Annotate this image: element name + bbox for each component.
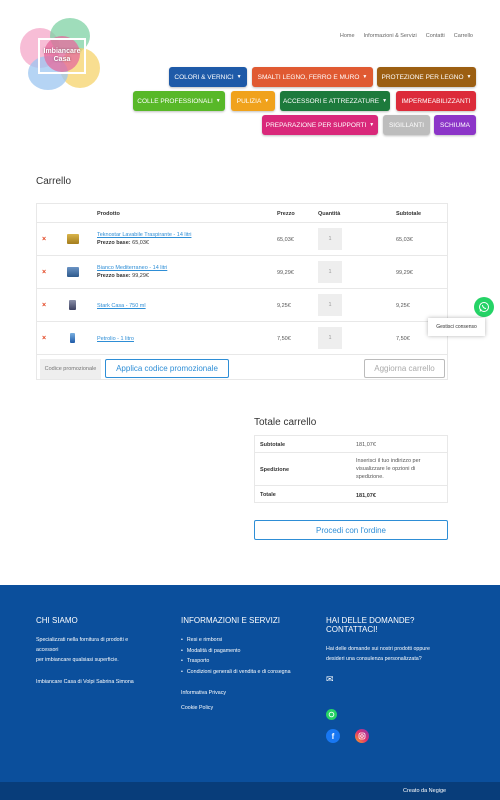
category-impermeabilizzanti[interactable]: IMPERMEABILIZZANTI [396,91,476,111]
footer-company: Imbiancare Casa di Volpi Sabrina Simona [36,679,134,685]
update-cart-button[interactable]: Aggiorna carrello [364,359,445,378]
product-name-link[interactable]: Teknostar Lavabile Traspirante - 14 litr… [97,232,191,238]
top-navigation: Home Informazioni & Servizi Contatti Car… [340,33,473,39]
nav-info-services[interactable]: Informazioni & Servizi [364,33,417,39]
cart-totals-table: Subtotale 181,07€ Spedizione Inserisci i… [254,435,448,503]
whatsapp-icon [479,302,489,312]
remove-item-icon[interactable]: × [42,335,46,342]
consent-manager-button[interactable]: Gestisci consenso [428,318,485,336]
email-icon[interactable]: ✉ [326,674,334,684]
chevron-down-icon: ▼ [382,98,388,104]
remove-item-icon[interactable]: × [42,302,46,309]
product-name-link[interactable]: Petrolio - 1 litro [97,336,134,342]
product-thumbnail[interactable] [67,234,79,244]
product-name-link[interactable]: Stark Casa - 750 ml [97,303,146,309]
footer-about-title: CHI SIAMO [36,616,78,625]
shipping-label: Spedizione [260,467,290,473]
chevron-down-icon: ▼ [362,74,368,80]
cart-totals-title: Totale carrello [254,417,317,428]
product-thumbnail[interactable] [67,267,79,277]
footer-about-text: Specializzati nella fornitura di prodott… [36,637,129,663]
product-subtotal: 7,50€ [396,336,410,342]
remove-item-icon[interactable]: × [42,236,46,243]
category-preparazione[interactable]: PREPARAZIONE PER SUPPORTI ▼ [262,115,378,135]
quantity-input[interactable] [318,327,342,349]
footer-link-payment[interactable]: Modalità di pagamento [181,646,291,657]
site-footer: CHI SIAMO Specializzati nella fornitura … [0,585,500,782]
quantity-input[interactable] [318,261,342,283]
product-subtotal: 65,03€ [396,237,413,243]
category-accessori[interactable]: ACCESSORI E ATTREZZATURE ▼ [280,91,390,111]
footer-info-list: Resi e rimborsi Modalità di pagamento Tr… [181,635,291,677]
product-name-link[interactable]: Bianco Mediterraneo - 14 litri [97,265,167,271]
cart-row: × Petrolio - 1 litro 7,50€ 7,50€ [37,322,447,355]
footer-bottom-bar: Creato da Negige [0,782,500,800]
footer-link-returns[interactable]: Resi e rimborsi [181,635,291,646]
product-thumbnail[interactable] [69,300,76,310]
apply-coupon-button[interactable]: Applica codice promozionale [105,359,229,378]
product-base-price: Prezzo base: 99,29€ [97,273,149,279]
product-price: 99,29€ [277,270,294,276]
category-smalti[interactable]: SMALTI LEGNO, FERRO E MURO ▼ [252,67,373,87]
category-colle[interactable]: COLLE PROFESSIONALI ▼ [133,91,225,111]
chevron-down-icon: ▼ [215,98,221,104]
totals-total-row: Totale 181,07€ [255,486,447,504]
footer-cookie-link[interactable]: Cookie Policy [181,703,213,713]
quantity-input[interactable] [318,294,342,316]
cart-row: × Bianco Mediterraneo - 14 litri Prezzo … [37,256,447,289]
remove-item-icon[interactable]: × [42,269,46,276]
category-colori-vernici[interactable]: COLORI & VERNICI ▼ [169,67,247,87]
totals-shipping-row: Spedizione Inserisci il tuo indirizzo pe… [255,453,447,486]
chevron-down-icon: ▼ [466,74,472,80]
facebook-icon[interactable]: f [326,729,340,743]
cart-table-header: Prodotto Prezzo Quantità Subtotale [37,204,447,223]
subtotal-value: 181,07€ [356,442,376,448]
subtotal-label: Subtotale [260,442,286,448]
footer-contact-title: HAI DELLE DOMANDE? CONTATTACI! [326,616,415,634]
footer-link-conditions[interactable]: Condizioni generali di vendita e di cons… [181,667,291,678]
nav-home[interactable]: Home [340,33,355,39]
footer-info-title: INFORMAZIONI E SERVIZI [181,616,280,625]
totals-subtotal-row: Subtotale 181,07€ [255,436,447,453]
chevron-down-icon: ▼ [236,74,242,80]
category-protezione-legno[interactable]: PROTEZIONE PER LEGNO ▼ [377,67,476,87]
header-quantity: Quantità [318,211,341,217]
coupon-input[interactable] [40,359,101,379]
whatsapp-icon[interactable] [326,709,337,720]
shipping-text: Inserisci il tuo indirizzo per visualizz… [356,458,421,480]
cart-row: × Stark Casa - 750 ml 9,25€ 9,25€ [37,289,447,322]
quantity-input[interactable] [318,228,342,250]
total-label: Totale [260,492,276,498]
product-subtotal: 9,25€ [396,303,410,309]
product-price: 65,03€ [277,237,294,243]
cart-table: Prodotto Prezzo Quantità Subtotale × Tek… [36,203,448,380]
site-logo[interactable]: Imbiancare Casa [20,18,100,90]
footer-contact-text: Hai delle domande sui nostri prodotti op… [326,646,430,662]
page-title: Carrello [36,176,72,187]
instagram-icon[interactable] [355,729,369,743]
nav-cart[interactable]: Carrello [454,33,473,39]
category-sigillanti[interactable]: SIGILLANTI [383,115,430,135]
product-thumbnail[interactable] [70,333,75,343]
nav-contacts[interactable]: Contatti [426,33,445,39]
category-pulizia[interactable]: PULIZIA ▼ [231,91,275,111]
header-product: Prodotto [97,211,120,217]
cart-row: × Teknostar Lavabile Traspirante - 14 li… [37,223,447,256]
header-subtotal: Subtotale [396,211,422,217]
chevron-down-icon: ▼ [369,122,375,128]
product-price: 7,50€ [277,336,291,342]
whatsapp-chat-button[interactable] [474,297,494,317]
total-value: 181,07€ [356,493,376,499]
footer-privacy-link[interactable]: Informativa Privacy [181,688,226,698]
checkout-button[interactable]: Procedi con l'ordine [254,520,448,540]
chevron-down-icon: ▼ [264,98,270,104]
category-schiuma[interactable]: SCHIUMA [434,115,476,135]
product-subtotal: 99,29€ [396,270,413,276]
site-credit[interactable]: Creato da Negige [403,788,446,794]
logo-text: Imbiancare Casa [43,48,81,63]
product-price: 9,25€ [277,303,291,309]
product-base-price: Prezzo base: 65,03€ [97,240,149,246]
footer-link-shipping[interactable]: Trasporto [181,656,291,667]
header-price: Prezzo [277,211,295,217]
